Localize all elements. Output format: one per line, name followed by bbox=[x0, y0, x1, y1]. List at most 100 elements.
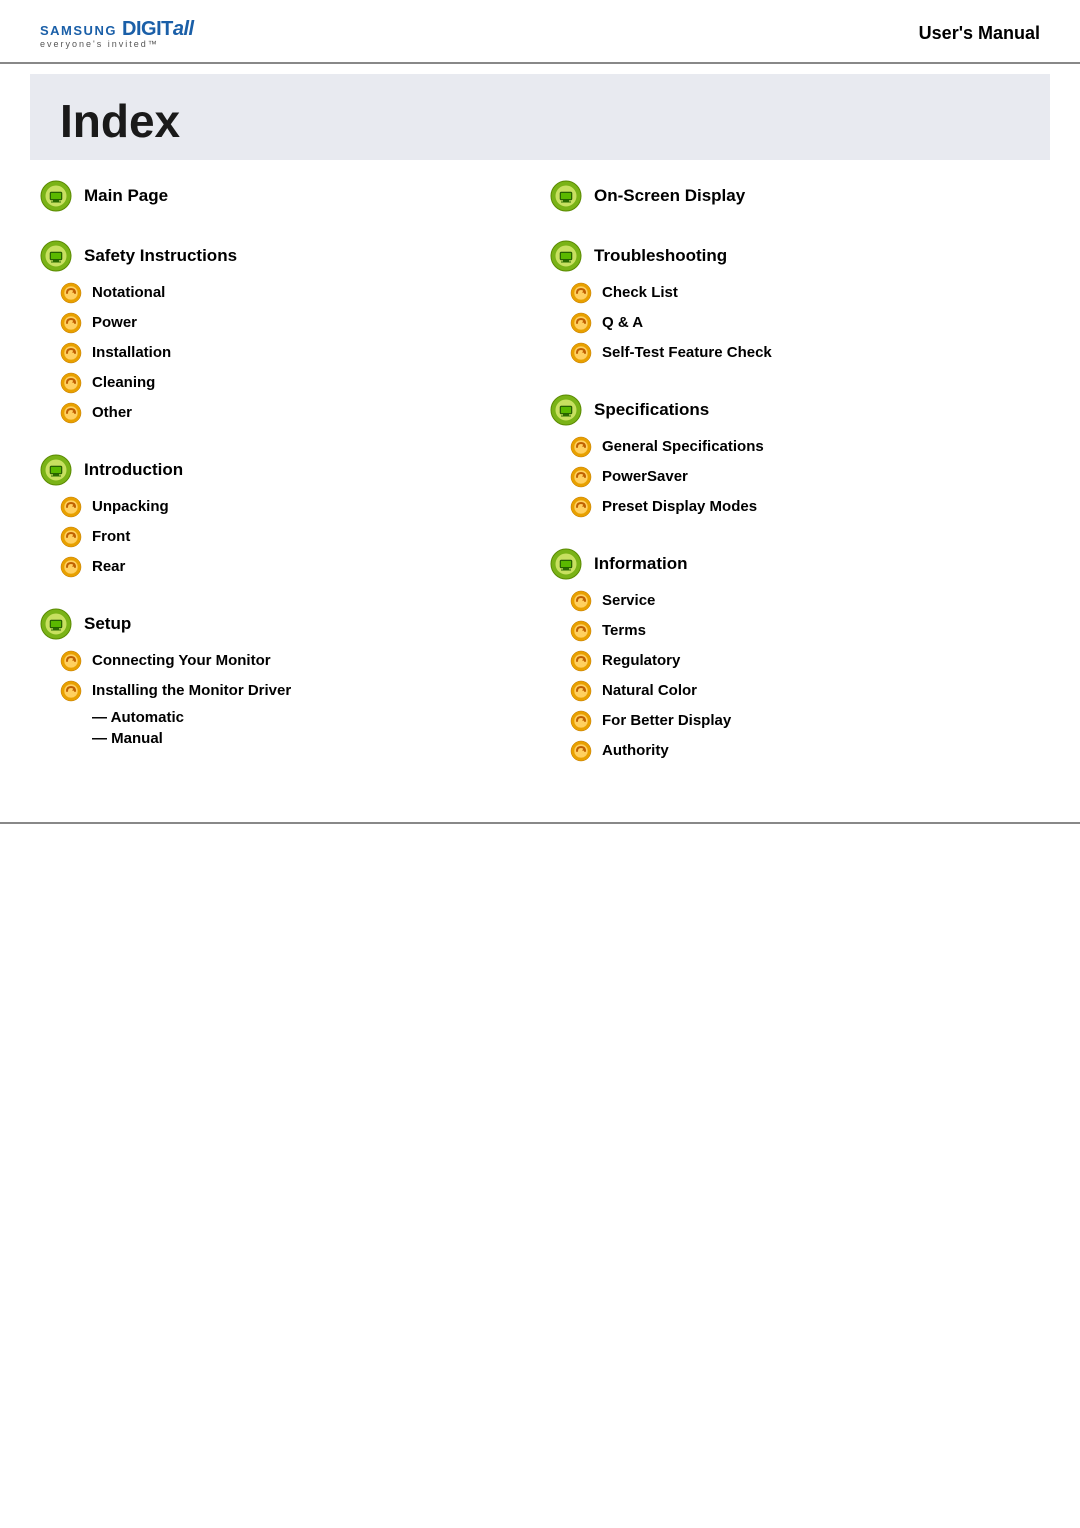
connecting-monitor-label[interactable]: Connecting Your Monitor bbox=[92, 652, 271, 669]
subitem-unpacking[interactable]: Unpacking bbox=[60, 494, 530, 520]
power-icon bbox=[60, 312, 82, 334]
setup-icon bbox=[40, 608, 72, 640]
subitem-regulatory[interactable]: Regulatory bbox=[570, 648, 1040, 674]
section-header-introduction[interactable]: Introduction bbox=[40, 454, 530, 486]
notational-label[interactable]: Notational bbox=[92, 284, 165, 301]
section-introduction: Introduction Unpacking Front Rear bbox=[40, 454, 530, 580]
subitem-general-specs[interactable]: General Specifications bbox=[570, 434, 1040, 460]
troubleshooting-icon bbox=[550, 240, 582, 272]
automatic-label[interactable]: — Automatic bbox=[92, 709, 184, 726]
page-header: SAMSUNG DIGITall everyone's invited™ Use… bbox=[0, 0, 1080, 64]
service-icon bbox=[570, 590, 592, 612]
left-column: Main Page Safety Instructions Notational… bbox=[40, 180, 550, 792]
subitem-notational[interactable]: Notational bbox=[60, 280, 530, 306]
general-specs-label[interactable]: General Specifications bbox=[602, 438, 764, 455]
service-label[interactable]: Service bbox=[602, 592, 655, 609]
section-header-setup[interactable]: Setup bbox=[40, 608, 530, 640]
information-subitems: Service Terms Regulatory Natural Color F… bbox=[550, 588, 1040, 764]
section-main-page: Main Page bbox=[40, 180, 530, 212]
subsubitem-automatic[interactable]: — Automatic bbox=[60, 708, 530, 727]
page-footer bbox=[0, 822, 1080, 852]
safety-instructions-icon bbox=[40, 240, 72, 272]
rear-label[interactable]: Rear bbox=[92, 558, 125, 575]
subitem-other[interactable]: Other bbox=[60, 400, 530, 426]
unpacking-label[interactable]: Unpacking bbox=[92, 498, 169, 515]
subitem-installation[interactable]: Installation bbox=[60, 340, 530, 366]
check-list-icon bbox=[570, 282, 592, 304]
safety-instructions-title[interactable]: Safety Instructions bbox=[84, 246, 237, 266]
qna-label[interactable]: Q & A bbox=[602, 314, 643, 331]
terms-label[interactable]: Terms bbox=[602, 622, 646, 639]
subitem-terms[interactable]: Terms bbox=[570, 618, 1040, 644]
preset-display-modes-label[interactable]: Preset Display Modes bbox=[602, 498, 757, 515]
powersaver-label[interactable]: PowerSaver bbox=[602, 468, 688, 485]
subitem-self-test[interactable]: Self-Test Feature Check bbox=[570, 340, 1040, 366]
subitem-powersaver[interactable]: PowerSaver bbox=[570, 464, 1040, 490]
manual-title: User's Manual bbox=[919, 23, 1040, 44]
terms-icon bbox=[570, 620, 592, 642]
section-safety-instructions: Safety Instructions Notational Power Ins… bbox=[40, 240, 530, 426]
installation-label[interactable]: Installation bbox=[92, 344, 171, 361]
check-list-label[interactable]: Check List bbox=[602, 284, 678, 301]
subitem-service[interactable]: Service bbox=[570, 588, 1040, 614]
connecting-monitor-icon bbox=[60, 650, 82, 672]
subitem-cleaning[interactable]: Cleaning bbox=[60, 370, 530, 396]
samsung-logo: SAMSUNG DIGITall everyone's invited™ bbox=[40, 18, 194, 50]
authority-label[interactable]: Authority bbox=[602, 742, 669, 759]
cleaning-icon bbox=[60, 372, 82, 394]
introduction-title[interactable]: Introduction bbox=[84, 460, 183, 480]
subitem-natural-color[interactable]: Natural Color bbox=[570, 678, 1040, 704]
front-label[interactable]: Front bbox=[92, 528, 130, 545]
section-header-information[interactable]: Information bbox=[550, 548, 1040, 580]
on-screen-display-icon bbox=[550, 180, 582, 212]
subitem-for-better-display[interactable]: For Better Display bbox=[570, 708, 1040, 734]
other-label[interactable]: Other bbox=[92, 404, 132, 421]
rear-icon bbox=[60, 556, 82, 578]
cleaning-label[interactable]: Cleaning bbox=[92, 374, 155, 391]
subitem-check-list[interactable]: Check List bbox=[570, 280, 1040, 306]
natural-color-icon bbox=[570, 680, 592, 702]
main-page-icon bbox=[40, 180, 72, 212]
subitem-connecting-monitor[interactable]: Connecting Your Monitor bbox=[60, 648, 530, 674]
section-header-troubleshooting[interactable]: Troubleshooting bbox=[550, 240, 1040, 272]
section-setup: Setup Connecting Your Monitor Installing… bbox=[40, 608, 530, 748]
information-title[interactable]: Information bbox=[594, 554, 688, 574]
setup-title[interactable]: Setup bbox=[84, 614, 131, 634]
subitem-power[interactable]: Power bbox=[60, 310, 530, 336]
subitem-installing-driver[interactable]: Installing the Monitor Driver bbox=[60, 678, 530, 704]
subsubitem-manual[interactable]: — Manual bbox=[60, 729, 530, 748]
other-icon bbox=[60, 402, 82, 424]
section-information: Information Service Terms Regulatory Nat… bbox=[550, 548, 1040, 764]
regulatory-label[interactable]: Regulatory bbox=[602, 652, 680, 669]
powersaver-icon bbox=[570, 466, 592, 488]
subitem-authority[interactable]: Authority bbox=[570, 738, 1040, 764]
for-better-display-label[interactable]: For Better Display bbox=[602, 712, 731, 729]
main-page-title[interactable]: Main Page bbox=[84, 186, 168, 206]
on-screen-display-title[interactable]: On-Screen Display bbox=[594, 186, 745, 206]
section-header-safety-instructions[interactable]: Safety Instructions bbox=[40, 240, 530, 272]
section-header-specifications[interactable]: Specifications bbox=[550, 394, 1040, 426]
specifications-title[interactable]: Specifications bbox=[594, 400, 709, 420]
subitem-front[interactable]: Front bbox=[60, 524, 530, 550]
troubleshooting-title[interactable]: Troubleshooting bbox=[594, 246, 727, 266]
subitem-rear[interactable]: Rear bbox=[60, 554, 530, 580]
regulatory-icon bbox=[570, 650, 592, 672]
subitem-preset-display-modes[interactable]: Preset Display Modes bbox=[570, 494, 1040, 520]
natural-color-label[interactable]: Natural Color bbox=[602, 682, 697, 699]
section-specifications: Specifications General Specifications Po… bbox=[550, 394, 1040, 520]
front-icon bbox=[60, 526, 82, 548]
self-test-icon bbox=[570, 342, 592, 364]
manual-label[interactable]: — Manual bbox=[92, 730, 163, 747]
section-header-on-screen-display[interactable]: On-Screen Display bbox=[550, 180, 1040, 212]
installation-icon bbox=[60, 342, 82, 364]
self-test-label[interactable]: Self-Test Feature Check bbox=[602, 344, 772, 361]
installing-driver-label[interactable]: Installing the Monitor Driver bbox=[92, 682, 291, 699]
introduction-icon bbox=[40, 454, 72, 486]
information-icon bbox=[550, 548, 582, 580]
power-label[interactable]: Power bbox=[92, 314, 137, 331]
for-better-display-icon bbox=[570, 710, 592, 732]
section-header-main-page[interactable]: Main Page bbox=[40, 180, 530, 212]
qna-icon bbox=[570, 312, 592, 334]
section-on-screen-display: On-Screen Display bbox=[550, 180, 1040, 212]
subitem-qna[interactable]: Q & A bbox=[570, 310, 1040, 336]
